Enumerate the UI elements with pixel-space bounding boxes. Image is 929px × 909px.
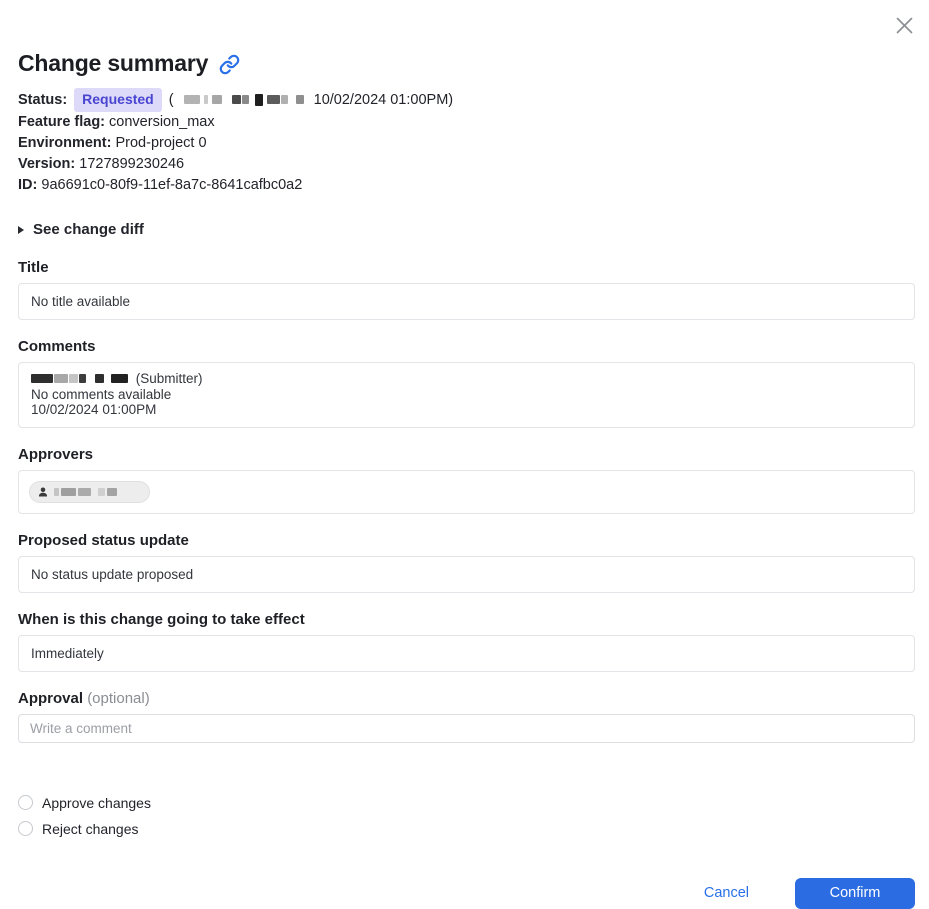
feature-flag-label: Feature flag: — [18, 114, 105, 130]
see-change-diff-label: See change diff — [33, 221, 144, 238]
page-title-text: Change summary — [18, 50, 208, 77]
comment-submitter-suffix: (Submitter) — [136, 371, 203, 386]
comments-section-label: Comments — [18, 338, 915, 355]
change-summary-modal: Change summary Status: Requested ( 10/02/2… — [0, 0, 929, 909]
redacted-text — [184, 92, 312, 108]
id-label: ID: — [18, 177, 37, 193]
decision-radio-group: Approve changes Reject changes — [18, 795, 915, 837]
comment-body: No comments available — [31, 387, 902, 403]
status-badge: Requested — [74, 88, 162, 112]
effect-section-label: When is this change going to take effect — [18, 611, 915, 628]
approve-changes-option[interactable]: Approve changes — [18, 795, 915, 811]
environment-label: Environment: — [18, 135, 111, 151]
redacted-text — [31, 371, 136, 386]
person-icon — [37, 486, 49, 498]
status-label: Status: — [18, 92, 67, 108]
reject-radio-label: Reject changes — [42, 821, 139, 837]
see-change-diff-toggle[interactable]: See change diff — [18, 221, 144, 238]
version-value: 1727899230246 — [79, 156, 184, 172]
version-label: Version: — [18, 156, 75, 172]
comment-submitter-line: (Submitter) — [31, 371, 902, 387]
chevron-right-icon — [18, 226, 24, 234]
status-date: 10/02/2024 01:00PM) — [314, 92, 453, 108]
comment-timestamp: 10/02/2024 01:00PM — [31, 402, 902, 418]
approvers-box — [18, 470, 915, 514]
status-row: Status: Requested ( 10/02/2024 01:00PM) — [18, 88, 915, 112]
modal-footer: Cancel Confirm — [18, 878, 915, 909]
meta-section: Status: Requested ( 10/02/2024 01:00PM) Fe… — [18, 88, 915, 196]
reject-radio[interactable] — [18, 821, 33, 836]
approve-radio-label: Approve changes — [42, 795, 151, 811]
cancel-button[interactable]: Cancel — [704, 885, 749, 901]
confirm-button[interactable]: Confirm — [795, 878, 915, 909]
version-row: Version: 1727899230246 — [18, 154, 915, 175]
close-button[interactable] — [892, 13, 916, 37]
effect-box: Immediately — [18, 635, 915, 672]
approve-radio[interactable] — [18, 795, 33, 810]
title-value-box: No title available — [18, 283, 915, 320]
page-title: Change summary — [18, 0, 915, 77]
effect-value: Immediately — [31, 646, 104, 661]
comments-box: (Submitter) No comments available 10/02/… — [18, 362, 915, 428]
close-icon — [895, 16, 914, 35]
feature-flag-value: conversion_max — [109, 114, 215, 130]
title-value: No title available — [31, 294, 130, 309]
approvers-section-label: Approvers — [18, 446, 915, 463]
approval-comment-input[interactable] — [18, 714, 915, 743]
status-update-value: No status update proposed — [31, 567, 193, 582]
id-value: 9a6691c0-80f9-11ef-8a7c-8641cafbc0a2 — [41, 177, 302, 193]
copy-link-icon[interactable] — [219, 54, 240, 75]
status-paren: ( — [169, 92, 174, 108]
approval-label-text: Approval — [18, 690, 83, 707]
id-row: ID: 9a6691c0-80f9-11ef-8a7c-8641cafbc0a2 — [18, 175, 915, 196]
approval-optional-text: (optional) — [87, 690, 150, 707]
feature-flag-row: Feature flag: conversion_max — [18, 112, 915, 133]
environment-value: Prod-project 0 — [115, 135, 206, 151]
status-update-section-label: Proposed status update — [18, 532, 915, 549]
title-section-label: Title — [18, 259, 915, 276]
approval-section-label: Approval (optional) — [18, 690, 915, 707]
environment-row: Environment: Prod-project 0 — [18, 133, 915, 154]
status-update-box: No status update proposed — [18, 556, 915, 593]
approver-chip — [29, 481, 150, 503]
redacted-text — [54, 484, 117, 499]
reject-changes-option[interactable]: Reject changes — [18, 821, 915, 837]
